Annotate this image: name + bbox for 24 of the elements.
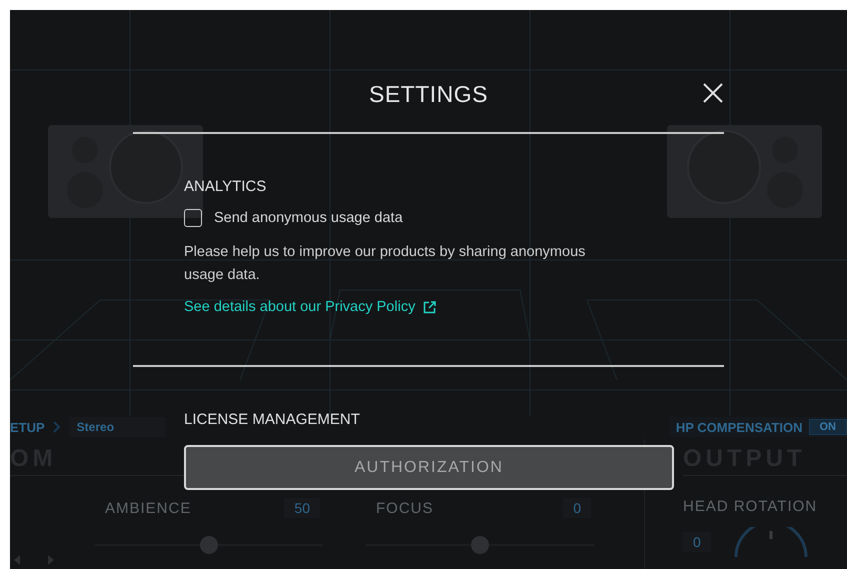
value-field[interactable]: 50 bbox=[284, 498, 320, 518]
slider-thumb[interactable] bbox=[200, 536, 218, 554]
control-label: FOCUS bbox=[376, 500, 434, 516]
slider-thumb[interactable] bbox=[471, 536, 489, 554]
authorization-button[interactable]: AUTHORIZATION bbox=[184, 445, 674, 490]
value-field[interactable]: 0 bbox=[683, 532, 711, 552]
privacy-policy-link[interactable]: See details about our Privacy Policy bbox=[184, 299, 436, 315]
external-link-icon bbox=[423, 300, 436, 314]
section-heading: ANALYTICS bbox=[184, 178, 266, 195]
chevron-right-icon bbox=[52, 421, 61, 433]
description-text: Please help us to improve our products by sharing anonymous usage data. bbox=[184, 243, 586, 285]
hp-compensation-toggle[interactable]: ON bbox=[808, 419, 847, 435]
value-field[interactable]: 0 bbox=[563, 498, 591, 518]
checkbox[interactable] bbox=[184, 209, 202, 227]
head-rotation-label: HEAD ROTATION bbox=[683, 498, 818, 515]
mode-selector[interactable]: Stereo bbox=[68, 417, 165, 437]
dialog-title: SETTINGS bbox=[368, 80, 488, 108]
section-heading: LICENSE MANAGEMENT bbox=[184, 411, 360, 428]
control-label: AMBIENCE bbox=[105, 500, 192, 516]
hp-compensation-label: HP COMPENSATION bbox=[676, 420, 802, 434]
checkbox-label: Send anonymous usage data bbox=[214, 210, 403, 226]
close-button[interactable] bbox=[702, 82, 724, 104]
setup-label: ETUP bbox=[10, 420, 45, 434]
left-right-arrows-icon[interactable] bbox=[12, 553, 56, 567]
